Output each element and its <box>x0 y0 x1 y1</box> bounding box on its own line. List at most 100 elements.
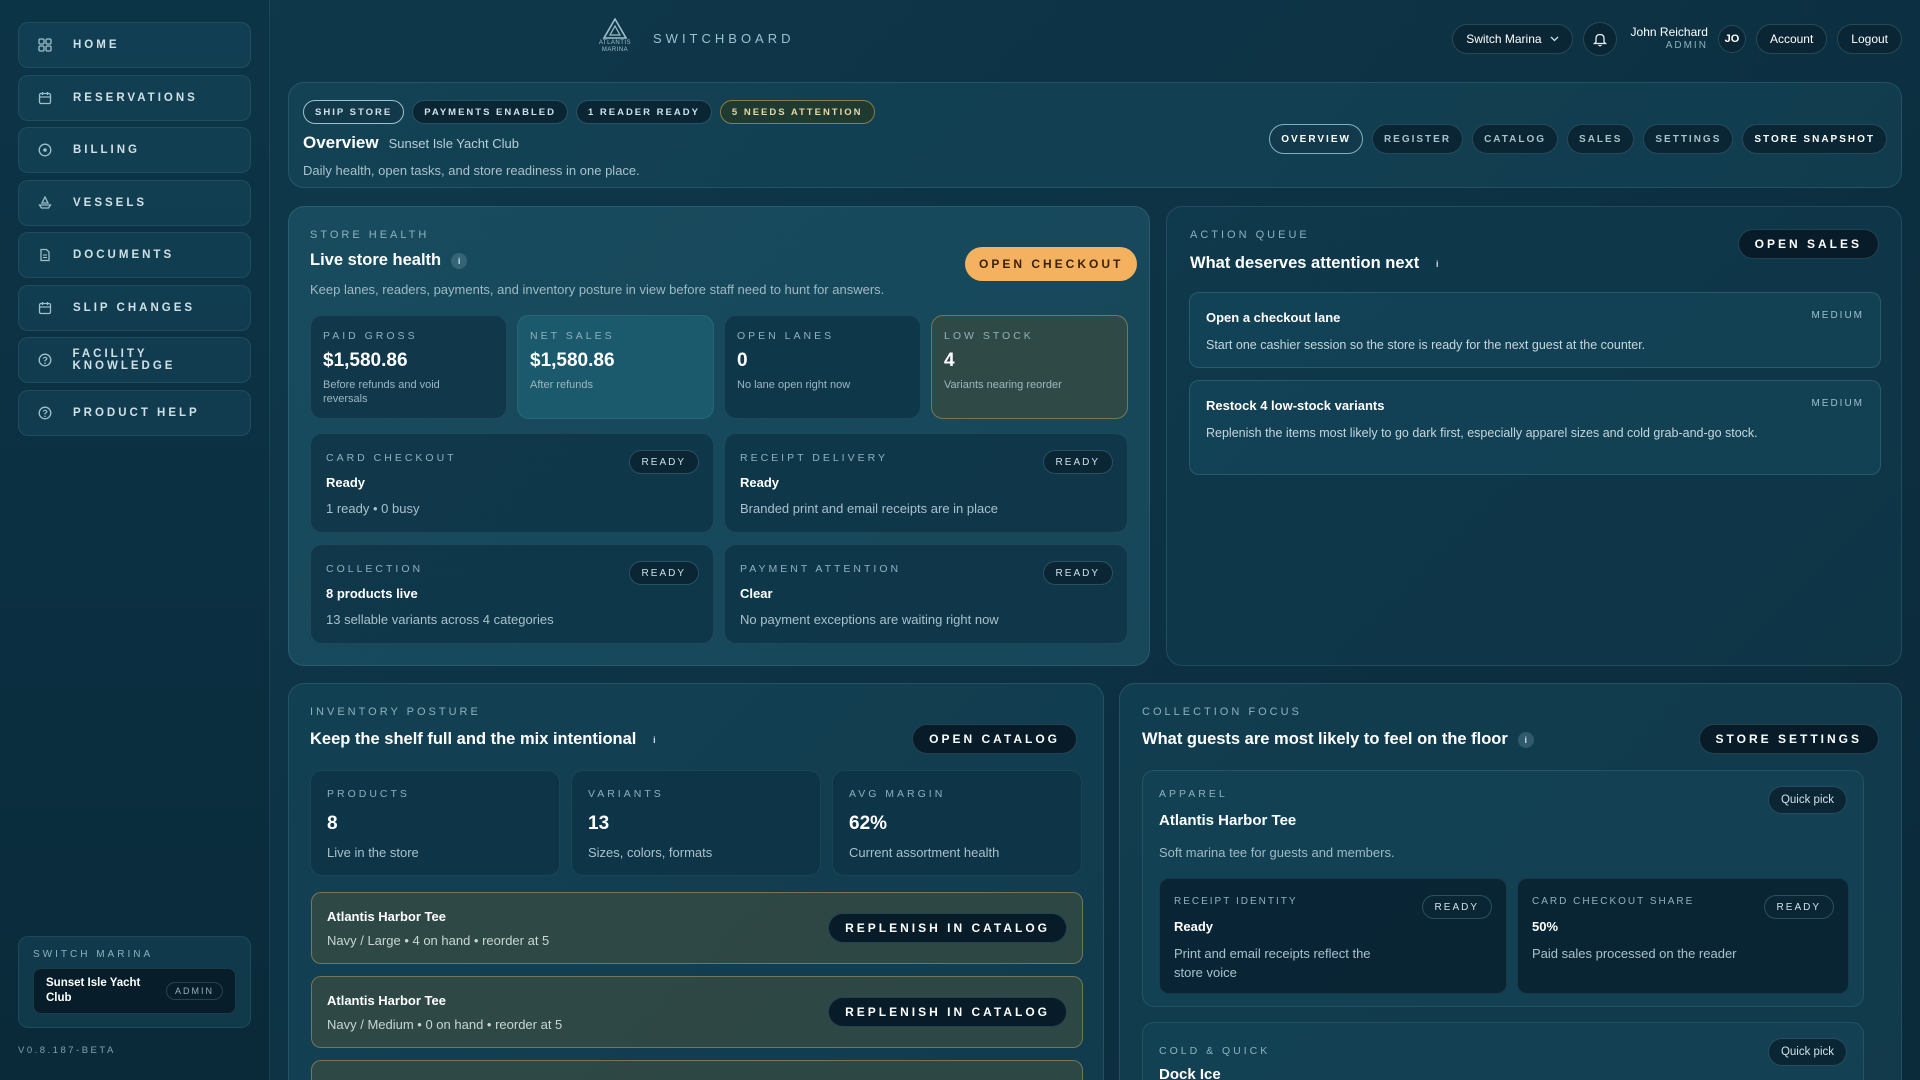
dollar-icon <box>37 142 53 158</box>
info-icon[interactable]: i <box>451 252 468 269</box>
action-queue-panel: ACTION QUEUE What deserves attention nex… <box>1166 206 1902 666</box>
readiness-label: RECEIPT DELIVERY <box>740 452 888 464</box>
user-name: John Reichard <box>1630 25 1708 39</box>
help-icon <box>37 352 52 368</box>
avatar[interactable]: JO <box>1717 25 1746 53</box>
restock-item <box>311 1060 1083 1080</box>
restock-item-desc: Navy / Medium • 0 on hand • reorder at 5 <box>327 1017 563 1032</box>
tab-catalog[interactable]: CATALOG <box>1472 124 1559 154</box>
open-checkout-button[interactable]: OPEN CHECKOUT <box>965 247 1138 281</box>
stat-label: VARIANTS <box>588 788 664 800</box>
readiness-card-collection: COLLECTION READY 8 products live 13 sell… <box>310 544 714 644</box>
sidebar-item-documents[interactable]: DOCUMENTS <box>18 232 251 278</box>
inventory-stat-avg-margin: AVG MARGIN 62% Current assortment health <box>832 770 1082 876</box>
open-sales-button[interactable]: OPEN SALES <box>1737 229 1879 259</box>
tab-store-snapshot[interactable]: STORE SNAPSHOT <box>1742 124 1887 154</box>
sidebar: HOME RESERVATIONS BILLING VESSELS DOCUME… <box>0 0 270 1080</box>
sidebar-item-slip-changes[interactable]: SLIP CHANGES <box>18 284 251 331</box>
stat-label: AVG MARGIN <box>849 788 946 800</box>
collection-category: COLD & QUICK <box>1159 1045 1271 1057</box>
collection-product-name: Dock Ice <box>1159 1066 1221 1080</box>
stat-sub: Live in the store <box>327 845 419 860</box>
readiness-desc: No payment exceptions are waiting right … <box>740 612 999 627</box>
collection-product-desc: Soft marina tee for guests and members. <box>1159 845 1395 860</box>
sidebar-item-reservations[interactable]: RESERVATIONS <box>18 74 251 121</box>
marina-select[interactable]: Sunset Isle Yacht Club ADMIN <box>33 968 236 1014</box>
logo-mark-icon <box>602 18 628 39</box>
marina-name: Sunset Isle Yacht Club <box>46 977 141 1004</box>
open-catalog-button[interactable]: OPEN CATALOG <box>912 724 1077 754</box>
sub-card-label: RECEIPT IDENTITY <box>1174 896 1298 907</box>
ready-badge: READY <box>628 561 699 585</box>
action-item[interactable]: Open a checkout lane Start one cashier s… <box>1189 292 1881 368</box>
replenish-button[interactable]: REPLENISH IN CATALOG <box>828 913 1067 943</box>
action-item-desc: Replenish the items most likely to go da… <box>1206 426 1758 440</box>
quick-pick-button[interactable]: Quick pick <box>1767 1038 1847 1066</box>
notifications-button[interactable] <box>1582 22 1617 56</box>
sidebar-item-facility-knowledge[interactable]: FACILITY KNOWLEDGE <box>18 337 251 383</box>
store-health-title-row: Live store health i <box>310 251 468 270</box>
marina-switcher-label: SWITCH MARINA <box>33 949 154 960</box>
info-icon[interactable]: i <box>646 732 662 748</box>
stat-card-low-stock: LOW STOCK 4 Variants nearing reorder <box>931 315 1128 419</box>
collection-category: APPAREL <box>1159 788 1228 800</box>
stat-value: 4 <box>944 350 955 371</box>
account-button[interactable]: Account <box>1755 24 1828 54</box>
status-badge: 1 READER READY <box>575 100 712 124</box>
brand: ATLANTIS MARINA SWITCHBOARD <box>595 18 795 58</box>
readiness-status: Ready <box>740 475 780 490</box>
restock-item: Atlantis Harbor Tee Navy / Medium • 0 on… <box>311 976 1083 1048</box>
stat-card-paid-gross: PAID GROSS $1,580.86 Before refunds and … <box>310 315 507 419</box>
stat-value: $1,580.86 <box>530 350 615 371</box>
sidebar-item-home[interactable]: HOME <box>18 22 251 68</box>
section-tabs: OVERVIEW REGISTER CATALOG SALES SETTINGS… <box>1260 124 1887 154</box>
tab-register[interactable]: REGISTER <box>1371 124 1464 154</box>
collection-card-apparel: APPAREL Quick pick Atlantis Harbor Tee S… <box>1142 770 1864 1007</box>
ready-badge: READY <box>1042 561 1113 585</box>
sub-card-desc: Paid sales processed on the reader <box>1532 946 1737 961</box>
store-health-description: Keep lanes, readers, payments, and inven… <box>310 282 885 297</box>
switch-marina-button[interactable]: Switch Marina <box>1452 24 1573 54</box>
stat-value: 8 <box>327 813 338 834</box>
collection-title: What guests are most likely to feel on t… <box>1142 730 1508 748</box>
tab-settings[interactable]: SETTINGS <box>1643 124 1734 154</box>
sidebar-item-vessels[interactable]: VESSELS <box>18 179 251 226</box>
marina-switcher: SWITCH MARINA Sunset Isle Yacht Club ADM… <box>18 936 251 1028</box>
ready-badge: READY <box>1763 895 1834 919</box>
grid-icon <box>37 37 53 53</box>
stat-label: OPEN LANES <box>737 330 835 342</box>
action-queue-title-row: What deserves attention next i <box>1190 254 1445 273</box>
stat-sub: Current assortment health <box>849 845 1000 860</box>
action-item-desc: Start one cashier session so the store i… <box>1206 338 1646 352</box>
atlantis-logo: ATLANTIS MARINA <box>595 18 635 58</box>
brand-name: SWITCHBOARD <box>653 30 795 46</box>
readiness-status: Clear <box>740 586 773 601</box>
action-item[interactable]: Restock 4 low-stock variants Replenish t… <box>1189 380 1881 475</box>
document-icon <box>37 247 53 263</box>
store-health-panel: STORE HEALTH Live store health i Keep la… <box>288 206 1150 666</box>
logout-button[interactable]: Logout <box>1837 24 1902 54</box>
readiness-card-card-checkout: CARD CHECKOUT READY Ready 1 ready • 0 bu… <box>310 433 714 533</box>
replenish-button[interactable]: REPLENISH IN CATALOG <box>828 997 1067 1027</box>
user-role: ADMIN <box>1665 40 1708 51</box>
tab-overview[interactable]: OVERVIEW <box>1269 124 1363 154</box>
action-item-title: Open a checkout lane <box>1206 310 1341 325</box>
receipt-identity-card: RECEIPT IDENTITY READY Ready Print and e… <box>1159 878 1507 994</box>
store-health-title: Live store health <box>310 251 442 269</box>
sidebar-item-billing[interactable]: BILLING <box>18 127 251 173</box>
readiness-status: Ready <box>326 475 366 490</box>
action-queue-kicker: ACTION QUEUE <box>1190 229 1310 241</box>
stat-sub: After refunds <box>530 379 593 391</box>
quick-pick-button[interactable]: Quick pick <box>1767 786 1847 814</box>
info-icon[interactable]: i <box>1429 256 1445 272</box>
info-icon[interactable]: i <box>1517 731 1534 748</box>
stat-sub: Sizes, colors, formats <box>588 845 713 860</box>
stat-label: PAID GROSS <box>323 330 418 342</box>
sidebar-item-product-help[interactable]: PRODUCT HELP <box>18 389 251 436</box>
store-settings-button[interactable]: STORE SETTINGS <box>1698 724 1879 754</box>
collection-card-cold-quick: COLD & QUICK Quick pick Dock Ice <box>1142 1022 1864 1080</box>
readiness-card-payment-attention: PAYMENT ATTENTION READY Clear No payment… <box>724 544 1128 644</box>
action-item-title: Restock 4 low-stock variants <box>1206 398 1385 413</box>
tab-sales[interactable]: SALES <box>1567 124 1635 154</box>
stat-sub: Before refunds and void reversals <box>323 379 440 405</box>
